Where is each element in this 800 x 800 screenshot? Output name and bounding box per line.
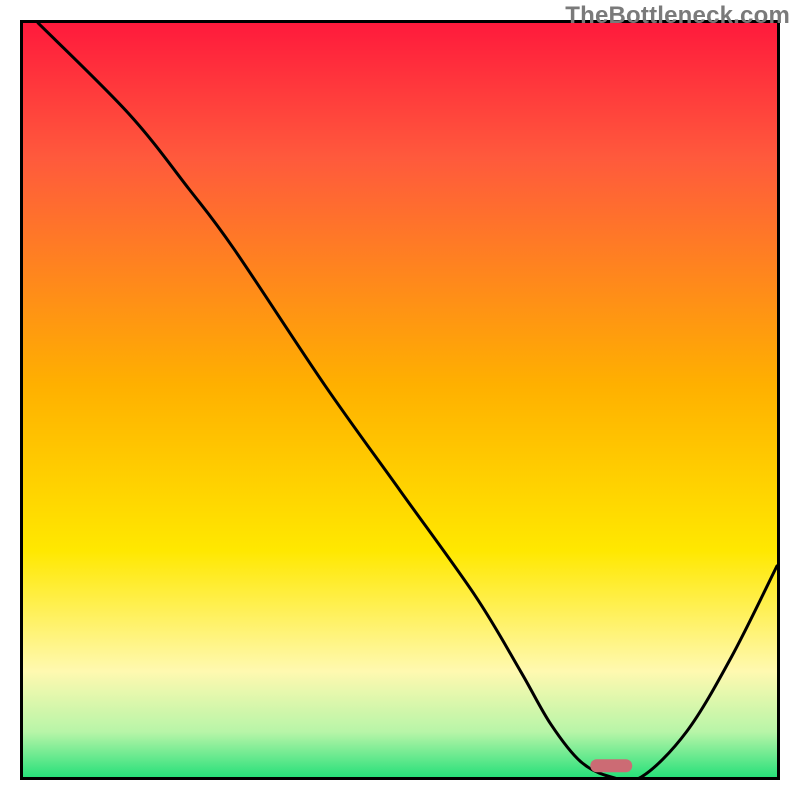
curve-line (23, 23, 777, 777)
watermark-text: TheBottleneck.com (565, 2, 790, 30)
chart-container: TheBottleneck.com (0, 0, 800, 800)
highlight-marker (590, 759, 631, 773)
plot-frame (20, 20, 780, 780)
